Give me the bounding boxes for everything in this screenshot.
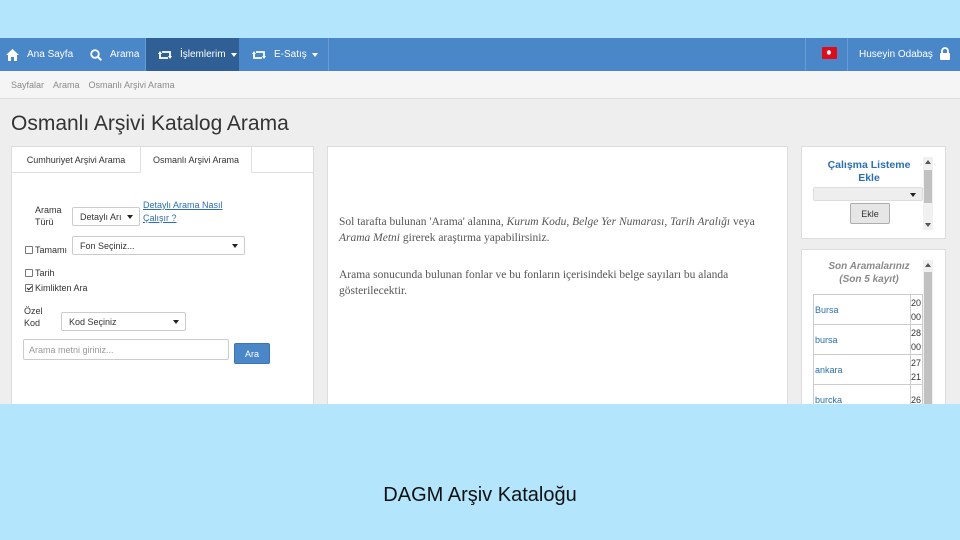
- arama-turu-select[interactable]: Detaylı Arı: [72, 207, 140, 226]
- table-row[interactable]: Bursa 20 00: [813, 294, 923, 325]
- work-list-scrollbar[interactable]: [923, 157, 933, 230]
- recent-searches-title: Son Aramalarınız (Son 5 kayıt): [828, 261, 910, 285]
- recent-date: 20 00: [910, 294, 923, 325]
- tarih-label: Tarih: [35, 268, 55, 278]
- work-list-title: Çalışma Listeme Ekle: [827, 159, 911, 184]
- recent-city[interactable]: Bursa: [813, 294, 911, 325]
- tamami-label: Tamamı: [35, 245, 68, 255]
- nav-search[interactable]: Arama: [90, 38, 139, 71]
- home-icon: [6, 48, 19, 61]
- nav-islemlerim-label: İşlemlerim: [180, 49, 226, 60]
- recent-searches-panel: Son Aramalarınız (Son 5 kayıt) Bursa 20 00…: [801, 249, 946, 404]
- info-paragraph-2: Arama sonucunda bulunan fonlar ve bu fon…: [339, 269, 729, 297]
- recent-date: 28 00: [910, 324, 923, 355]
- turkey-flag-icon[interactable]: [822, 47, 837, 59]
- info-paragraph-1: Sol tarafta bulunan 'Arama' alanına, Kur…: [339, 216, 755, 244]
- recent-searches-scrollbar[interactable]: [923, 260, 933, 404]
- chevron-down-icon: [232, 244, 238, 248]
- user-menu[interactable]: Huseyin Odabaş: [859, 38, 933, 71]
- tab-osmanli[interactable]: Osmanlı Arşivi Arama: [140, 146, 252, 173]
- nav-islemlerim[interactable]: İşlemlerim: [146, 38, 239, 71]
- screenshot: Ana Sayfa Arama İşlemlerim E-Satış Husey…: [0, 38, 960, 404]
- work-list-panel: Çalışma Listeme Ekle Ekle: [801, 146, 946, 239]
- top-navbar: Ana Sayfa Arama İşlemlerim E-Satış Husey…: [0, 38, 960, 71]
- search-button[interactable]: Ara: [234, 343, 270, 364]
- recent-searches-table: Bursa 20 00 bursa 28 00 ankara 27 21 burcka 26: [813, 294, 923, 404]
- chevron-down-icon: [127, 215, 133, 219]
- recent-city[interactable]: burcka: [813, 384, 911, 404]
- chevron-down-icon: [230, 52, 237, 57]
- kimlikten-label: Kimlikten Ara: [35, 283, 88, 293]
- kimlikten-checkbox[interactable]: [25, 284, 33, 292]
- table-row[interactable]: burcka 26: [813, 384, 923, 404]
- add-to-list-button[interactable]: Ekle: [850, 203, 890, 224]
- work-list-select[interactable]: [813, 187, 923, 201]
- nav-esatis-label: E-Satış: [274, 49, 307, 60]
- lock-icon[interactable]: [940, 47, 950, 60]
- retweet-icon: [252, 50, 266, 59]
- info-panel: Sol tarafta bulunan 'Arama' alanına, Kur…: [327, 146, 788, 404]
- nav-home-label: Ana Sayfa: [27, 49, 74, 60]
- nav-home[interactable]: Ana Sayfa: [6, 38, 73, 71]
- ozel-kod-label: Özel Kod: [24, 306, 43, 328]
- recent-city[interactable]: ankara: [813, 354, 911, 385]
- tab-cumhuriyet[interactable]: Cumhuriyet Arşivi Arama: [12, 147, 140, 173]
- nav-search-label: Arama: [110, 49, 140, 60]
- breadcrumb-item: Osmanlı Arşivi Arama: [88, 79, 175, 90]
- recent-date: 27 21: [910, 354, 923, 385]
- tamami-checkbox[interactable]: [25, 246, 33, 254]
- search-tabs: Cumhuriyet Arşivi Arama Osmanlı Arşivi A…: [12, 146, 314, 173]
- breadcrumb-item[interactable]: Sayfalar: [11, 80, 44, 90]
- breadcrumb-item[interactable]: Arama: [53, 80, 80, 90]
- search-icon: [90, 48, 102, 61]
- retweet-icon: [158, 50, 172, 59]
- slide-caption: DAGM Arşiv Kataloğu: [383, 484, 577, 506]
- help-link[interactable]: Detaylı Arama Nasıl Çalışır ?: [143, 199, 223, 225]
- breadcrumb: Sayfalar Arama Osmanlı Arşivi Arama: [0, 71, 960, 99]
- chevron-down-icon: [173, 320, 179, 324]
- search-panel: Cumhuriyet Arşivi Arama Osmanlı Arşivi A…: [11, 146, 314, 404]
- recent-date: 26: [910, 384, 923, 404]
- search-input[interactable]: Arama metni giriniz...: [23, 339, 229, 360]
- arama-turu-label: Arama Türü: [35, 205, 62, 227]
- fon-select[interactable]: Fon Seçiniz...: [72, 236, 245, 255]
- tarih-checkbox[interactable]: [25, 269, 33, 277]
- table-row[interactable]: bursa 28 00: [813, 324, 923, 355]
- table-row[interactable]: ankara 27 21: [813, 354, 923, 385]
- user-name: Huseyin Odabaş: [859, 49, 933, 60]
- page-title: Osmanlı Arşivi Katalog Arama: [11, 112, 289, 135]
- chevron-down-icon: [311, 52, 318, 57]
- chevron-down-icon: [910, 193, 916, 197]
- kod-select[interactable]: Kod Seçiniz: [61, 312, 186, 331]
- nav-esatis[interactable]: E-Satış: [252, 38, 318, 71]
- recent-city[interactable]: bursa: [813, 324, 911, 355]
